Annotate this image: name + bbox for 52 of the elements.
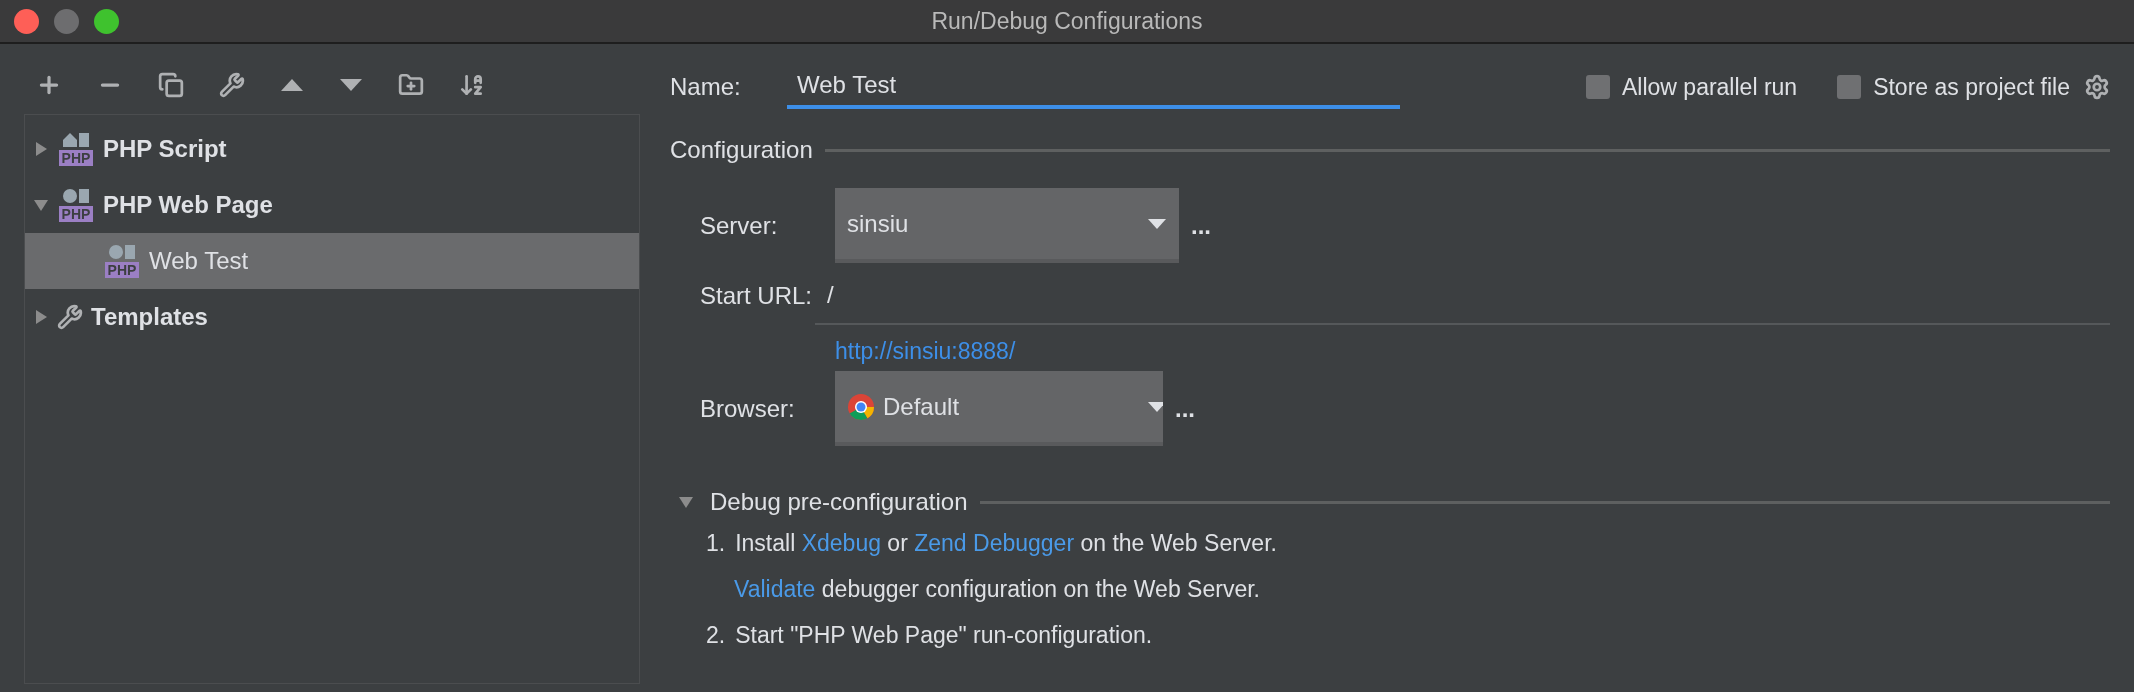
dropdown-arrow-icon [1147,400,1163,413]
step-number: 2. [706,620,726,650]
checkbox-label: Allow parallel run [1622,72,1798,102]
sort-icon[interactable] [459,72,485,98]
checkbox[interactable] [1837,75,1862,99]
tree-item[interactable]: PHP PHP Script [25,121,639,177]
dropdown-arrow-icon [1147,217,1167,230]
checkbox[interactable] [1586,75,1610,99]
wrench-icon[interactable] [219,72,245,98]
more-button[interactable]: ... [1175,390,1195,427]
start-url-field[interactable]: / [815,267,2110,325]
server-label: Server: [700,210,779,241]
step-text: Start "PHP Web Page" run-configuration. [735,620,1153,650]
php-badge: PHP [104,262,140,278]
house-file-icon [60,132,92,148]
step-text: Install Xdebug or Zend Debugger on the Web Server. [735,528,1277,558]
browser-logo-icon [847,392,875,421]
browser-label: Browser: [700,393,796,424]
php-badge: PHP [58,206,94,222]
window-title: Run/Debug Configurations [931,6,1203,36]
checkbox-label: Store as project file [1873,72,2070,102]
section-title: Debug pre-configuration [709,487,968,517]
tree-item[interactable]: PHP Web Test [25,233,639,289]
tree-item[interactable]: Templates [25,289,639,345]
link[interactable]: Validate [734,575,816,602]
step-number: 1. [706,528,726,558]
link[interactable]: Zend Debugger [914,529,1075,556]
name-label: Name: [670,72,742,102]
globe-file-icon [60,188,92,204]
wrench-icon [57,304,83,330]
copy-icon[interactable] [158,72,184,98]
dropdown[interactable]: Default [835,371,1163,446]
add-folder-icon[interactable] [398,72,424,98]
section-title: Configuration [670,135,813,165]
expanded-arrow-icon[interactable] [33,197,49,213]
collapsed-arrow-icon[interactable] [33,309,49,325]
start-url-label: Start URL: [700,281,814,311]
php-badge: PHP [58,150,94,166]
down-arrow-icon[interactable] [339,78,363,92]
settings-icon[interactable] [2084,74,2110,100]
link[interactable]: Xdebug [801,529,881,556]
dropdown[interactable]: sinsiu [835,188,1179,263]
expanded-arrow-icon[interactable] [678,494,694,510]
tree-item[interactable]: PHP PHP Web Page [25,177,639,233]
globe-file-icon [106,244,138,260]
close-window-button[interactable] [14,8,39,34]
collapsed-arrow-icon[interactable] [33,141,49,157]
step-text: Validate debugger configuration on the Web Server. [734,574,1260,604]
up-arrow-icon[interactable] [280,78,304,92]
zoom-window-button[interactable] [94,8,119,34]
name-field[interactable]: Web Test [787,65,1400,109]
more-button[interactable]: ... [1191,207,1211,244]
